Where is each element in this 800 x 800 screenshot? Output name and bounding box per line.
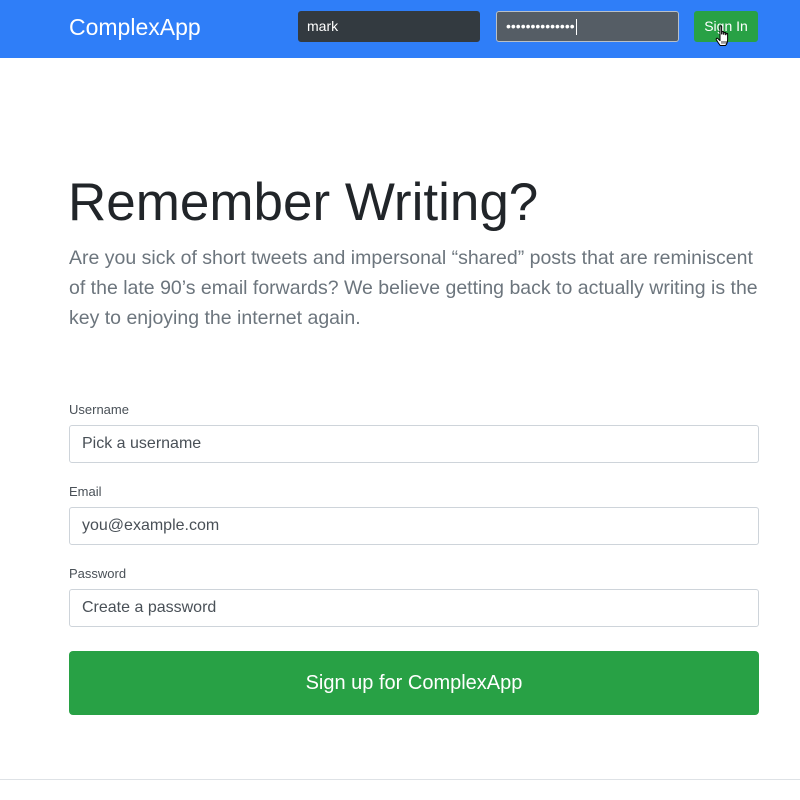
- header-password-mask: ••••••••••••••: [506, 18, 575, 34]
- lead-paragraph: Are you sick of short tweets and imperso…: [69, 247, 758, 329]
- password-field[interactable]: Create a password: [69, 589, 759, 627]
- hand-pointer-icon: [715, 25, 729, 46]
- page-title: Remember Writing?: [68, 173, 539, 232]
- footer-divider: [0, 779, 800, 780]
- username-placeholder: Pick a username: [82, 435, 202, 452]
- username-label: Username: [69, 402, 129, 417]
- header-username-input[interactable]: mark: [298, 11, 480, 42]
- password-label: Password: [69, 566, 127, 581]
- header-username-value: mark: [307, 18, 339, 34]
- header-password-input[interactable]: ••••••••••••••: [496, 11, 679, 42]
- email-label: Email: [69, 484, 102, 499]
- username-field[interactable]: Pick a username: [69, 425, 759, 463]
- text-caret: [575, 19, 577, 36]
- navbar: ComplexApp mark •••••••••••••• Sign In: [0, 0, 800, 58]
- sign-up-button[interactable]: Sign up for ComplexApp: [69, 651, 759, 715]
- email-placeholder: you@example.com: [82, 517, 220, 534]
- brand-logo[interactable]: ComplexApp: [69, 12, 201, 42]
- password-placeholder: Create a password: [82, 599, 217, 616]
- email-field[interactable]: you@example.com: [69, 507, 759, 545]
